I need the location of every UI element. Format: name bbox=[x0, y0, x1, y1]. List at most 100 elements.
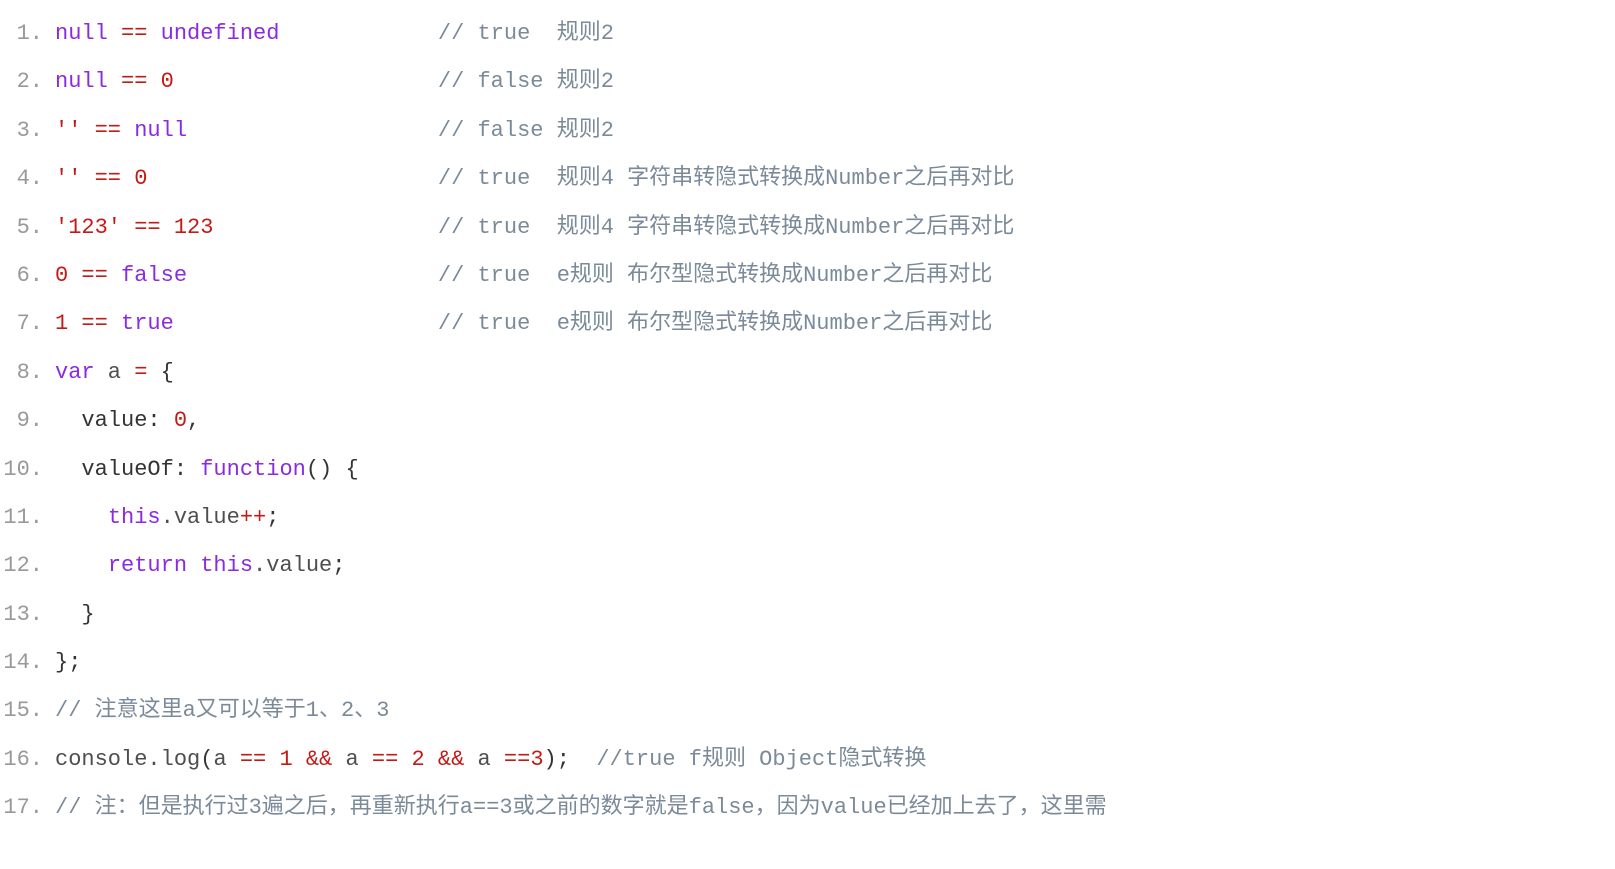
line-number: 9. bbox=[0, 397, 55, 445]
code-line: 6.0 == false // true e规则 布尔型隐式转换成Number之… bbox=[0, 252, 1615, 300]
code-token: { bbox=[345, 457, 358, 482]
code-content: } bbox=[55, 591, 1615, 639]
code-token: valueOf bbox=[55, 457, 174, 482]
code-token: // true e规则 布尔型隐式转换成Number之后再对比 bbox=[438, 263, 992, 288]
code-token: a bbox=[95, 360, 135, 385]
code-content: this.value++; bbox=[55, 494, 1615, 542]
line-number: 7. bbox=[0, 300, 55, 348]
code-line: 1.null == undefined // true 规则2 bbox=[0, 10, 1615, 58]
code-token: null bbox=[134, 118, 187, 143]
code-token: // true 规则4 字符串转隐式转换成Number之后再对比 bbox=[438, 166, 1014, 191]
code-token: '123' bbox=[55, 215, 121, 240]
code-line: 10. valueOf: function() { bbox=[0, 446, 1615, 494]
code-token bbox=[332, 457, 345, 482]
code-token: undefined bbox=[161, 21, 280, 46]
code-line: 7.1 == true // true e规则 布尔型隐式转换成Number之后… bbox=[0, 300, 1615, 348]
code-token bbox=[68, 263, 81, 288]
code-line: 16.console.log(a == 1 && a == 2 && a ==3… bbox=[0, 736, 1615, 784]
code-token: function bbox=[200, 457, 306, 482]
code-content: '123' == 123 // true 规则4 字符串转隐式转换成Number… bbox=[55, 204, 1615, 252]
code-token: return bbox=[108, 553, 187, 578]
code-line: 5.'123' == 123 // true 规则4 字符串转隐式转换成Numb… bbox=[0, 204, 1615, 252]
code-token: == bbox=[95, 166, 121, 191]
code-token: console bbox=[55, 747, 147, 772]
code-token: 3 bbox=[530, 747, 543, 772]
code-token: == bbox=[240, 747, 266, 772]
line-number: 17. bbox=[0, 784, 55, 832]
code-token: { bbox=[161, 360, 174, 385]
code-line: 9. value: 0, bbox=[0, 397, 1615, 445]
code-token: // true 规则2 bbox=[438, 21, 614, 46]
code-token bbox=[161, 215, 174, 240]
code-token: value bbox=[55, 408, 147, 433]
code-token: 1 bbox=[55, 311, 68, 336]
code-token bbox=[279, 21, 437, 46]
code-token bbox=[398, 747, 411, 772]
code-token bbox=[147, 69, 160, 94]
code-line: 11. this.value++; bbox=[0, 494, 1615, 542]
line-number: 1. bbox=[0, 10, 55, 58]
code-token: ; bbox=[332, 553, 345, 578]
code-token: ; bbox=[266, 505, 279, 530]
code-line: 15.// 注意这里a又可以等于1、2、3 bbox=[0, 687, 1615, 735]
code-content: // 注：但是执行过3遍之后，再重新执行a==3或之前的数字就是false，因为… bbox=[55, 784, 1615, 832]
code-token bbox=[55, 553, 108, 578]
code-token: 0 bbox=[134, 166, 147, 191]
code-token: // 注意这里a又可以等于1、2、3 bbox=[55, 698, 389, 723]
code-token bbox=[266, 747, 279, 772]
code-token bbox=[187, 263, 438, 288]
code-token bbox=[108, 263, 121, 288]
code-content: 1 == true // true e规则 布尔型隐式转换成Number之后再对… bbox=[55, 300, 1615, 348]
code-token bbox=[121, 215, 134, 240]
line-number: 8. bbox=[0, 349, 55, 397]
line-number: 3. bbox=[0, 107, 55, 155]
code-token bbox=[81, 166, 94, 191]
code-token: : bbox=[147, 408, 160, 433]
line-number: 15. bbox=[0, 687, 55, 735]
code-content: null == undefined // true 规则2 bbox=[55, 10, 1615, 58]
line-number: 4. bbox=[0, 155, 55, 203]
code-token: : bbox=[174, 457, 187, 482]
code-token bbox=[121, 166, 134, 191]
code-token: 2 bbox=[411, 747, 424, 772]
code-line: 8.var a = { bbox=[0, 349, 1615, 397]
code-line: 17.// 注：但是执行过3遍之后，再重新执行a==3或之前的数字就是false… bbox=[0, 784, 1615, 832]
code-token: .log bbox=[147, 747, 200, 772]
line-number: 11. bbox=[0, 494, 55, 542]
code-token: 0 bbox=[55, 263, 68, 288]
line-number: 13. bbox=[0, 591, 55, 639]
code-token: '' bbox=[55, 118, 81, 143]
code-token bbox=[293, 747, 306, 772]
line-number: 6. bbox=[0, 252, 55, 300]
code-token bbox=[147, 21, 160, 46]
code-token: = bbox=[134, 360, 147, 385]
code-token: //true f规则 Object隐式转换 bbox=[596, 747, 926, 772]
code-token: false bbox=[121, 263, 187, 288]
code-token: // 注：但是执行过3遍之后，再重新执行a==3或之前的数字就是false，因为… bbox=[55, 795, 1107, 820]
code-token: == bbox=[95, 118, 121, 143]
code-token: == bbox=[81, 263, 107, 288]
code-token: true bbox=[121, 311, 174, 336]
code-token bbox=[174, 69, 438, 94]
code-line: 12. return this.value; bbox=[0, 542, 1615, 590]
code-token: this bbox=[200, 553, 253, 578]
code-token: .value bbox=[161, 505, 240, 530]
code-line: 13. } bbox=[0, 591, 1615, 639]
code-token bbox=[147, 166, 437, 191]
code-line: 2.null == 0 // false 规则2 bbox=[0, 58, 1615, 106]
code-token: == bbox=[134, 215, 160, 240]
code-token: a bbox=[464, 747, 504, 772]
code-token: 0 bbox=[161, 69, 174, 94]
code-token: == bbox=[372, 747, 398, 772]
code-token: ); bbox=[544, 747, 570, 772]
code-token: , bbox=[187, 408, 200, 433]
code-content: '' == 0 // true 规则4 字符串转隐式转换成Number之后再对比 bbox=[55, 155, 1615, 203]
code-token: .value bbox=[253, 553, 332, 578]
line-number: 10. bbox=[0, 446, 55, 494]
line-number: 2. bbox=[0, 58, 55, 106]
code-token: // true 规则4 字符串转隐式转换成Number之后再对比 bbox=[438, 215, 1014, 240]
code-token: var bbox=[55, 360, 95, 385]
code-token: 1 bbox=[279, 747, 292, 772]
code-line: 3.'' == null // false 规则2 bbox=[0, 107, 1615, 155]
code-token bbox=[108, 21, 121, 46]
